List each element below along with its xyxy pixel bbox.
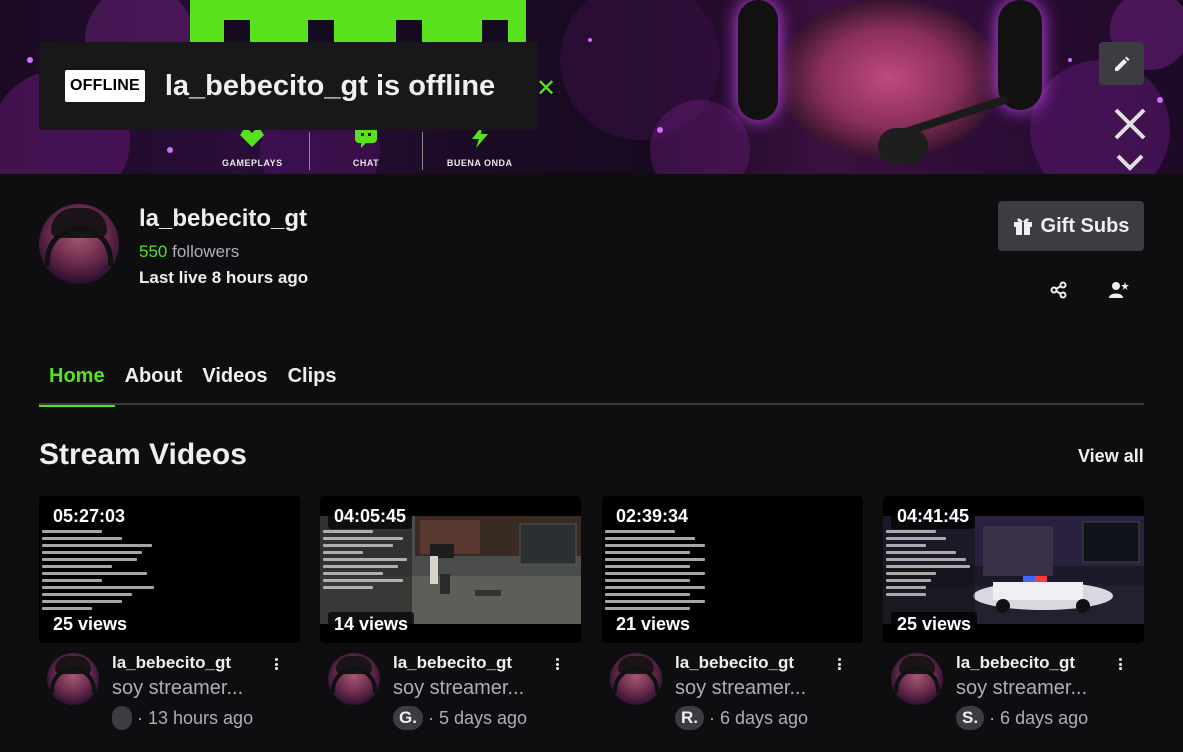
video-channel-avatar[interactable] [47, 653, 99, 705]
more-options-icon[interactable] [835, 655, 843, 673]
share-icon [1050, 281, 1067, 299]
video-title[interactable]: soy streamer... [112, 677, 243, 700]
close-x-icon: ✕ [536, 75, 557, 102]
video-channel-name[interactable]: la_bebecito_gt [675, 653, 794, 673]
video-duration: 04:05:45 [328, 504, 413, 529]
video-category-tag[interactable]: R. [675, 706, 704, 730]
view-all-link[interactable]: View all [1078, 446, 1144, 467]
last-live-text: Last live 8 hours ago [139, 268, 309, 287]
video-thumbnail[interactable]: 02:39:34 21 views [602, 496, 863, 643]
video-views: 25 views [891, 612, 978, 637]
video-thumbnail[interactable]: 04:05:45 14 views [320, 496, 581, 643]
video-card[interactable]: 04:05:45 14 views la_bebecito_gt soy str… [320, 496, 581, 743]
more-options-icon[interactable] [553, 655, 561, 673]
tab-videos[interactable]: Videos [192, 362, 277, 406]
video-channel-name[interactable]: la_bebecito_gt [393, 653, 512, 673]
video-category-tag[interactable] [112, 706, 132, 730]
video-thumbnail[interactable]: 04:41:45 25 views [883, 496, 1144, 643]
video-category-tag[interactable]: G. [393, 706, 423, 730]
gift-subs-button[interactable]: Gift Subs [998, 201, 1144, 251]
video-views: 21 views [610, 612, 697, 637]
share-button[interactable] [1046, 277, 1072, 303]
gift-subs-label: Gift Subs [1040, 214, 1130, 237]
offline-text: la_bebecito_gt is offline [164, 69, 496, 102]
video-channel-name[interactable]: la_bebecito_gt [112, 653, 231, 673]
video-age: · 6 days ago [989, 707, 1089, 728]
tab-about[interactable]: About [115, 362, 193, 406]
followers-count: 550 followers [139, 242, 239, 262]
section-title: Stream Videos [39, 438, 247, 471]
video-card[interactable]: 05:27:03 25 views la_bebecito_gt soy str… [39, 496, 300, 743]
more-options-icon[interactable] [272, 655, 280, 673]
banner-item-label: CHAT [352, 158, 380, 168]
video-views: 25 views [47, 612, 134, 637]
follow-notify-button[interactable] [1106, 277, 1132, 303]
channel-tabs: Home About Videos Clips [39, 362, 347, 407]
tab-home[interactable]: Home [39, 362, 115, 407]
video-age: · 5 days ago [427, 707, 528, 728]
followers-label: followers [172, 242, 240, 261]
banner-logo [190, 0, 526, 42]
video-card[interactable]: 04:41:45 25 views la_bebecito_gt soy str… [883, 496, 1144, 743]
banner-item-label: GAMEPLAYS [221, 158, 283, 168]
gift-icon [1013, 218, 1032, 235]
video-card[interactable]: 02:39:34 21 views la_bebecito_gt soy str… [602, 496, 863, 743]
video-thumbnail[interactable]: 05:27:03 25 views [39, 496, 300, 643]
pencil-icon [1114, 56, 1129, 71]
user-star-icon [1109, 282, 1129, 298]
channel-name[interactable]: la_bebecito_gt [139, 205, 307, 233]
edit-banner-button[interactable] [1099, 42, 1144, 85]
video-title[interactable]: soy streamer... [956, 677, 1087, 700]
video-age: · 13 hours ago [137, 707, 254, 728]
video-duration: 04:41:45 [891, 504, 976, 529]
offline-card: OFFLINE la_bebecito_gt is offline [39, 42, 538, 130]
video-channel-avatar[interactable] [891, 653, 943, 705]
video-title[interactable]: soy streamer... [393, 677, 524, 700]
video-duration: 05:27:03 [47, 504, 132, 529]
video-views: 14 views [328, 612, 415, 637]
offline-badge: OFFLINE [65, 70, 145, 102]
video-channel-name[interactable]: la_bebecito_gt [956, 653, 1075, 673]
tab-clips[interactable]: Clips [278, 362, 347, 406]
video-age: · 6 days ago [709, 707, 809, 728]
more-options-icon[interactable] [1116, 655, 1124, 673]
banner-item-label: BUENA ONDA [446, 158, 513, 168]
video-channel-avatar[interactable] [610, 653, 662, 705]
video-title[interactable]: soy streamer... [675, 677, 806, 700]
video-category-tag[interactable]: S. [956, 706, 985, 730]
video-duration: 02:39:34 [610, 504, 695, 529]
tabs-divider [39, 403, 1144, 405]
followers-number: 550 [139, 242, 168, 261]
channel-avatar[interactable] [39, 204, 119, 284]
banner-cross-decoration [1114, 108, 1146, 171]
video-channel-avatar[interactable] [328, 653, 380, 705]
